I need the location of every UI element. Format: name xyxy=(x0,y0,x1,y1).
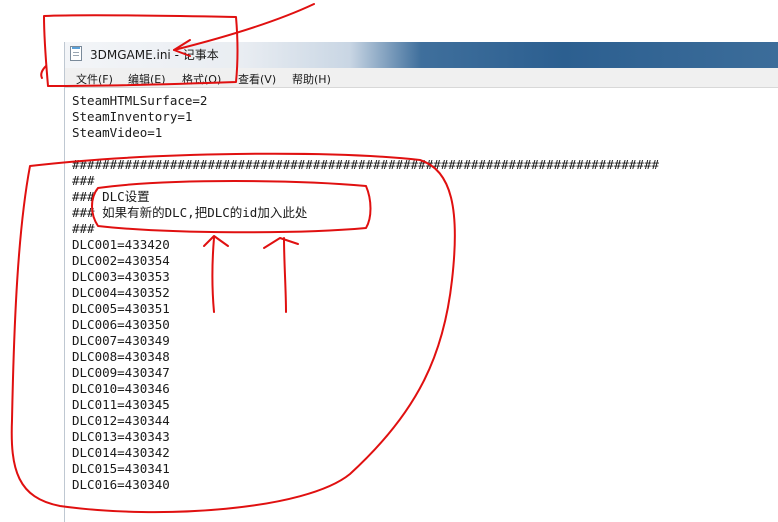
editor-line: DLC002=430354 xyxy=(72,253,170,268)
editor-line: ### DLC设置 xyxy=(72,189,150,204)
menu-help[interactable]: 帮助(H) xyxy=(292,71,331,87)
annotation-title-box-tail xyxy=(40,65,47,79)
editor-line: DLC016=430340 xyxy=(72,477,170,492)
notepad-window: 3DMGAME.ini - 记事本 文件(F) 编辑(E) 格式(O) 查看(V… xyxy=(64,42,778,522)
editor-line: DLC014=430342 xyxy=(72,445,170,460)
editor-line: DLC010=430346 xyxy=(72,381,170,396)
editor-line: DLC001=433420 xyxy=(72,237,170,252)
editor-line: DLC004=430352 xyxy=(72,285,170,300)
text-editor-area[interactable]: SteamHTMLSurface=2 SteamInventory=1 Stea… xyxy=(64,88,778,522)
editor-line: DLC008=430348 xyxy=(72,349,170,364)
editor-line: DLC003=430353 xyxy=(72,269,170,284)
window-title: 3DMGAME.ini - 记事本 xyxy=(90,48,219,62)
editor-line: SteamVideo=1 xyxy=(72,125,163,140)
menu-bar: 文件(F) 编辑(E) 格式(O) 查看(V) 帮助(H) xyxy=(64,68,778,88)
menu-format[interactable]: 格式(O) xyxy=(182,71,221,87)
window-border xyxy=(64,42,65,522)
screenshot-stage: 3DMGAME.ini - 记事本 文件(F) 编辑(E) 格式(O) 查看(V… xyxy=(0,0,778,522)
editor-line: SteamInventory=1 xyxy=(72,109,193,124)
menu-file[interactable]: 文件(F) xyxy=(76,71,113,87)
editor-line: DLC013=430343 xyxy=(72,429,170,444)
title-bar[interactable]: 3DMGAME.ini - 记事本 xyxy=(64,42,778,68)
editor-line: ### xyxy=(72,173,95,188)
menu-view[interactable]: 查看(V) xyxy=(238,71,276,87)
editor-line: DLC009=430347 xyxy=(72,365,170,380)
editor-line: ### 如果有新的DLC,把DLC的id加入此处 xyxy=(72,205,308,220)
editor-line: ########################################… xyxy=(72,157,659,172)
editor-line: DLC005=430351 xyxy=(72,301,170,316)
editor-line: DLC015=430341 xyxy=(72,461,170,476)
editor-line: ### xyxy=(72,221,95,236)
editor-line: DLC011=430345 xyxy=(72,397,170,412)
menu-edit[interactable]: 编辑(E) xyxy=(128,71,166,87)
editor-line: SteamHTMLSurface=2 xyxy=(72,93,208,108)
notepad-icon xyxy=(70,46,82,61)
editor-line: DLC012=430344 xyxy=(72,413,170,428)
editor-line: DLC007=430349 xyxy=(72,333,170,348)
editor-line: DLC006=430350 xyxy=(72,317,170,332)
